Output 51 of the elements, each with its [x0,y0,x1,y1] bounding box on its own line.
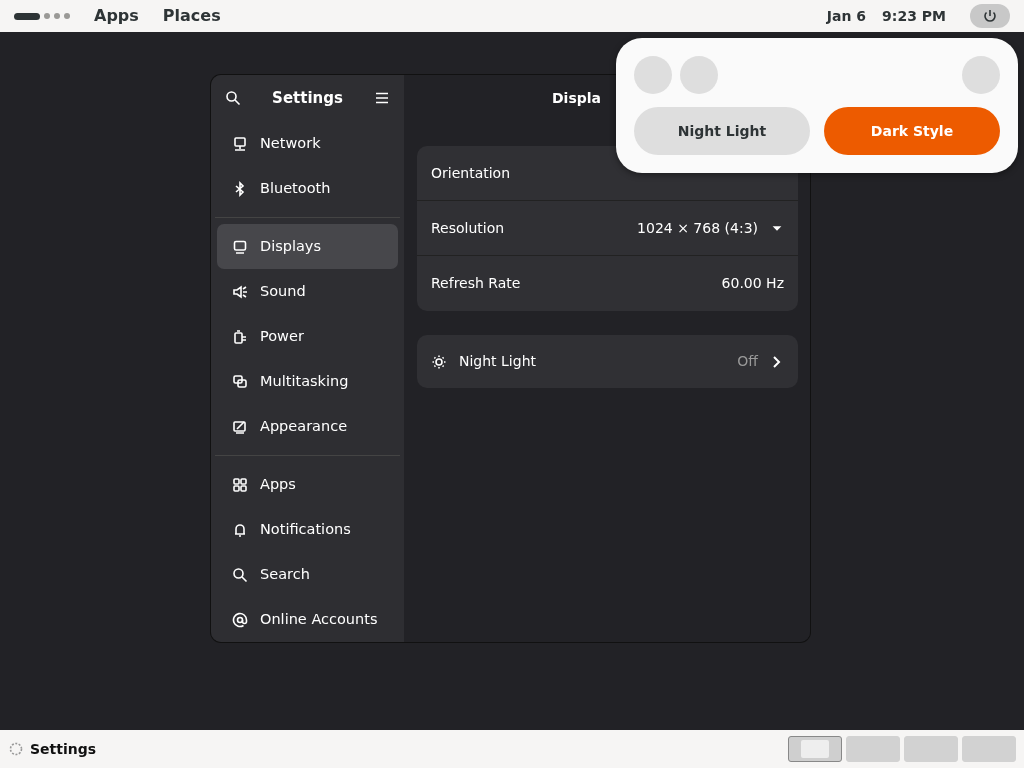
sidebar-item[interactable]: Notifications [217,507,398,552]
round-button[interactable] [634,56,672,94]
battery-icon [232,328,248,345]
sidebar-item[interactable]: Search [217,552,398,597]
menu-button[interactable] [374,90,390,106]
row-label: Night Light [459,352,537,371]
display-icon [232,238,248,255]
sidebar-item[interactable]: Power [217,314,398,359]
menu-item[interactable]: Apps [94,4,139,28]
speaker-icon [232,283,248,300]
row-value: 1024 × 768 (4:3) [637,218,758,238]
clock-label[interactable]: 9:23 PM [882,5,946,27]
window-title: Displa [552,88,602,108]
sidebar-item[interactable]: Bluetooth [217,166,398,211]
appearance-icon [232,418,248,435]
search-icon [232,566,248,583]
sun-moon-icon [431,353,447,370]
date-label[interactable]: Jan 6 [826,5,867,27]
menu-item[interactable]: Places [162,4,221,28]
sidebar-item[interactable]: Online Accounts [217,597,398,642]
sidebar-item[interactable]: Multitasking [217,359,398,404]
sidebar-item[interactable]: Appearance [217,404,398,449]
workspace-indicator[interactable] [14,12,70,20]
taskbar-app[interactable]: Settings [30,738,97,760]
network-icon [232,135,248,152]
menu-icon [374,90,390,106]
spinner-icon [8,741,24,757]
power-button[interactable] [970,4,1010,28]
dropdown-row[interactable]: Resolution 1024 × 768 (4:3) [417,201,798,256]
workspace-thumbnail[interactable] [788,736,842,762]
row-label: Resolution [431,218,506,238]
round-button[interactable] [680,56,718,94]
sidebar-item[interactable]: Network [217,121,398,166]
toggle-button[interactable]: Night Light [634,107,810,155]
bell-icon [232,521,248,538]
row-value: Off [737,352,758,371]
at-sign-icon [232,611,248,628]
sidebar-item[interactable]: Sound [217,269,398,314]
night-light-row[interactable]: Night Light Off [417,335,798,388]
row-label: Refresh Rate [431,274,522,293]
windows-icon [232,373,248,390]
search-button[interactable] [225,90,241,106]
row-label: Orientation [431,163,512,183]
grid-icon [232,476,248,493]
row-value: 60.00 Hz [721,274,784,293]
power-icon [982,8,998,24]
search-icon [225,90,241,106]
sidebar-item[interactable]: Apps [217,462,398,507]
sidebar-item[interactable]: Displays [217,224,398,269]
round-button[interactable] [962,56,1000,94]
sidebar-title: Settings [272,87,343,109]
